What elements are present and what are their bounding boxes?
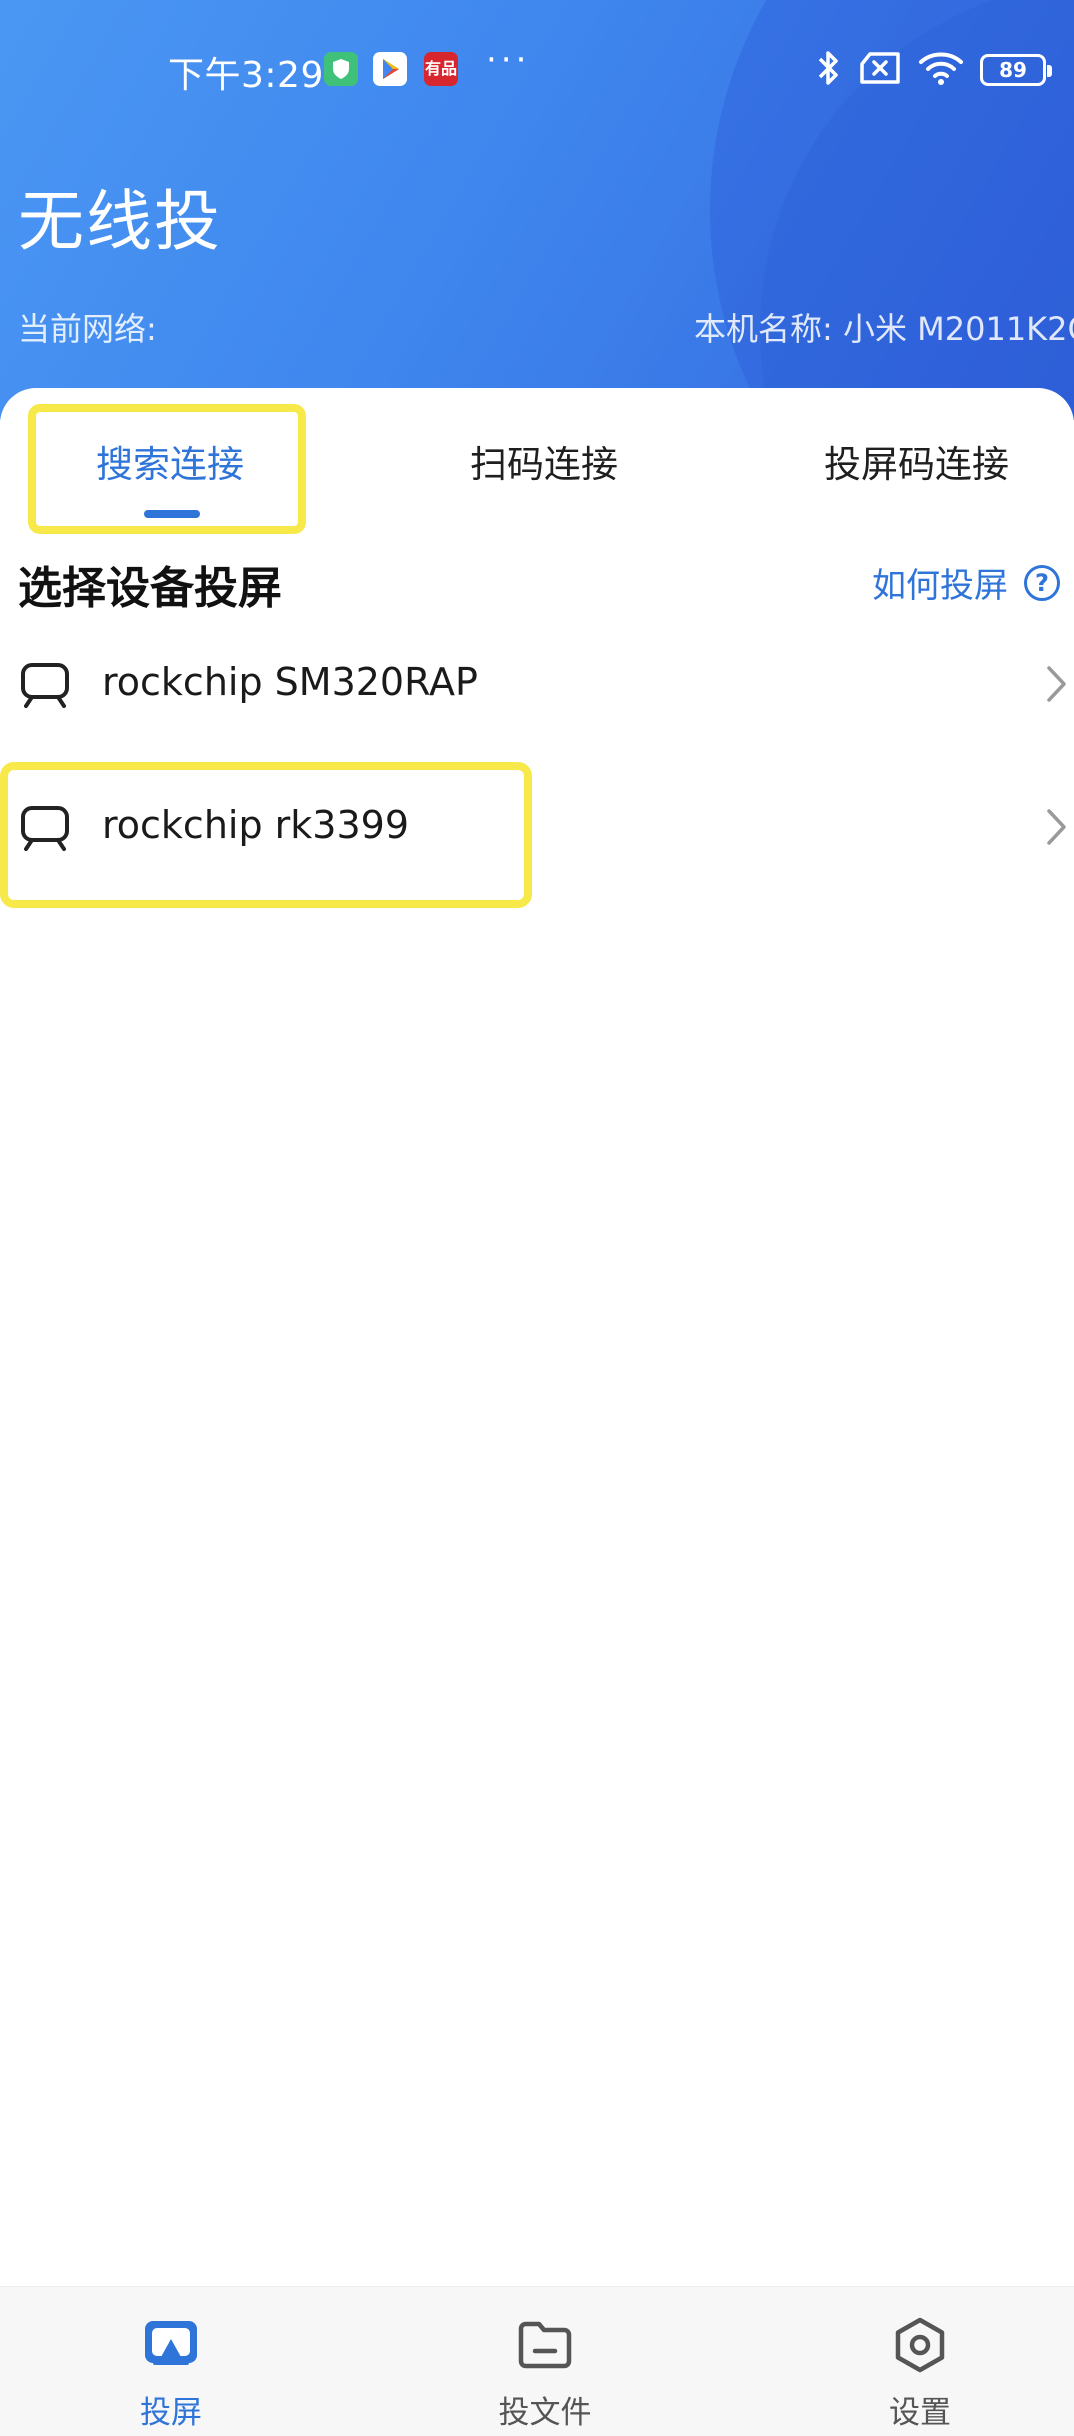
screen: 下午3:29 有品 ··· 89 无线投 当前网络: 本机名称: 小米 M201… [0, 0, 1074, 2436]
chevron-right-icon [1047, 666, 1066, 702]
device-list-item[interactable]: rockchip rk3399 [0, 763, 1074, 893]
howto-link[interactable]: 如何投屏 ? [872, 558, 1060, 607]
status-time: 下午3:29 [168, 55, 324, 96]
section-title: 选择设备投屏 [18, 563, 282, 614]
current-network-label: 当前网络: [18, 310, 157, 348]
battery-icon: 89 [980, 54, 1052, 86]
device-list-item[interactable]: rockchip SM320RAP [0, 620, 1074, 750]
device-name-label: 本机名称: 小米 M2011K2C [694, 310, 1074, 348]
status-right-group: 89 [814, 48, 1052, 92]
settings-icon [895, 2317, 945, 2373]
bluetooth-icon [814, 48, 842, 92]
device-name[interactable]: rockchip SM320RAP [102, 660, 478, 704]
sim-x-icon [858, 50, 902, 90]
nav-item-cast[interactable]: 投屏 [71, 2287, 271, 2436]
app-title: 无线投 [18, 183, 222, 260]
shield-icon [324, 52, 358, 86]
connection-tabs: 搜索连接 扫码连接 投屏码连接 [0, 388, 1074, 538]
active-tab-indicator [144, 510, 200, 518]
help-icon[interactable]: ? [1024, 564, 1060, 601]
tab-code-connect[interactable]: 投屏码连接 [824, 434, 1009, 488]
nav-label[interactable]: 设置 [820, 2387, 1020, 2432]
device-name[interactable]: rockchip rk3399 [102, 803, 409, 847]
header: 下午3:29 有品 ··· 89 无线投 当前网络: 本机名称: 小米 M201… [0, 0, 1074, 420]
wifi-icon [918, 50, 964, 90]
howto-label[interactable]: 如何投屏 [872, 558, 1008, 607]
youpin-icon: 有品 [424, 52, 458, 86]
bottom-nav: 投屏 投文件 设置 [0, 2286, 1074, 2436]
nav-label[interactable]: 投屏 [71, 2387, 271, 2432]
cast-icon [145, 2321, 197, 2365]
tab-search-connect[interactable]: 搜索连接 [96, 434, 244, 488]
folder-icon [518, 2321, 572, 2369]
screen-icon [21, 806, 69, 851]
screen-icon [21, 663, 69, 708]
tab-scan-connect[interactable]: 扫码连接 [470, 434, 618, 488]
nav-item-settings[interactable]: 设置 [820, 2287, 1020, 2436]
content-panel: 搜索连接 扫码连接 投屏码连接 选择设备投屏 如何投屏 ? rockchip S… [0, 388, 1074, 2288]
status-bar: 下午3:29 有品 ··· 89 [0, 40, 1074, 100]
play-store-icon [373, 52, 407, 86]
more-notifications-icon: ··· [486, 40, 531, 80]
nav-item-files[interactable]: 投文件 [445, 2287, 645, 2436]
chevron-right-icon [1047, 809, 1066, 845]
nav-label[interactable]: 投文件 [445, 2387, 645, 2432]
